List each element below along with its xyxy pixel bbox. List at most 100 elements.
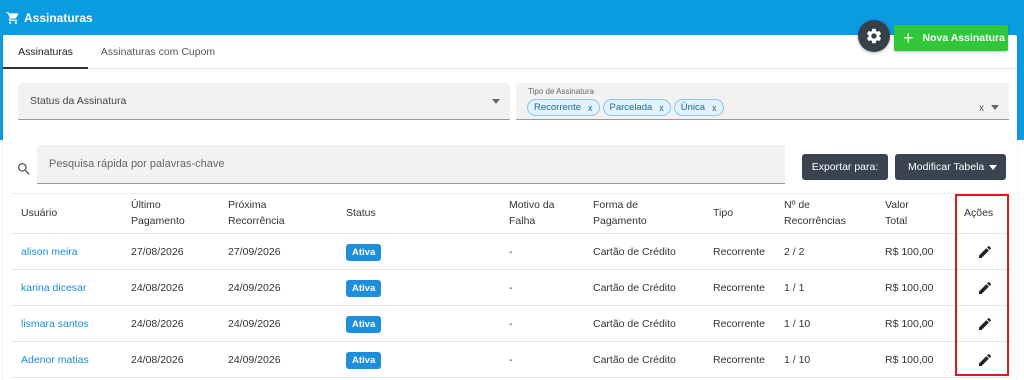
last-payment: 27/08/2026	[131, 246, 184, 258]
header-label: Forma de	[593, 199, 638, 211]
status-cell: Ativa	[346, 306, 382, 342]
export-button[interactable]: Exportar para:	[802, 154, 888, 180]
chevron-down-icon	[989, 165, 997, 170]
status-badge: Ativa	[346, 279, 382, 297]
recurrence-count: 1 / 1	[784, 282, 805, 294]
header-forma-pagamento: Forma de Pagamento	[593, 194, 647, 232]
total-value: R$ 100,00	[885, 318, 934, 330]
settings-button[interactable]	[858, 20, 890, 52]
header-label: Próxima	[228, 199, 267, 211]
header-ultimo-pagamento: Último Pagamento	[131, 194, 185, 232]
status-select[interactable]: Status da Assinatura	[18, 83, 510, 120]
chip-remove-icon[interactable]: x	[588, 103, 593, 113]
user-link[interactable]: alison meira	[21, 234, 78, 270]
payment-method: Cartão de Crédito	[593, 354, 676, 366]
payment-method: Cartão de Crédito	[593, 318, 676, 330]
failure-reason: -	[509, 246, 513, 258]
header-label: Recorrência	[228, 215, 285, 227]
failure-reason: -	[509, 282, 513, 294]
header-label: Valor	[885, 199, 909, 211]
failure-reason: -	[509, 318, 513, 330]
header-tipo: Tipo	[713, 194, 733, 232]
recurrence-count: 1 / 10	[784, 354, 811, 366]
status-select-placeholder: Status da Assinatura	[30, 95, 127, 107]
status-badge: Ativa	[346, 243, 382, 261]
header-status: Status	[346, 194, 376, 232]
recurrence-count: 1 / 10	[784, 318, 811, 330]
app-title: Assinaturas	[24, 11, 93, 25]
header-label: Nº de	[784, 199, 811, 211]
header-num-recorrencias: Nº de Recorrências	[784, 194, 846, 232]
table-row: alison meira 27/08/2026 27/09/2026 Ativa…	[11, 234, 1011, 270]
subscription-type: Recorrente	[713, 246, 765, 258]
last-payment: 24/08/2026	[131, 282, 184, 294]
table-row: lismara santos 24/08/2026 24/09/2026 Ati…	[11, 306, 1011, 342]
last-payment: 24/08/2026	[131, 318, 184, 330]
header-label: Status	[346, 207, 376, 219]
header-usuario: Usuário	[21, 194, 57, 232]
modify-table-button[interactable]: Modificar Tabela	[895, 154, 1006, 180]
header-valor-total: Valor Total	[885, 194, 909, 232]
header-proxima-recorrencia: Próxima Recorrência	[228, 194, 285, 232]
search-input[interactable]	[37, 145, 785, 183]
tab-assinaturas-com-cupom[interactable]: Assinaturas com Cupom	[93, 35, 223, 69]
chip-label: Recorrente	[534, 102, 581, 113]
header-label: Último	[131, 199, 161, 211]
header-label: Recorrências	[784, 215, 846, 227]
chip-parcelada: Parcelada x	[602, 99, 671, 116]
header-motivo-falha: Motivo da Falha	[509, 194, 555, 232]
search-icon	[18, 163, 30, 175]
total-value: R$ 100,00	[885, 246, 934, 258]
new-subscription-label: Nova Assinatura	[922, 32, 1005, 44]
status-cell: Ativa	[346, 342, 382, 378]
main-card: Assinaturas Assinaturas com Cupom Status…	[3, 35, 1017, 380]
gear-icon	[866, 28, 882, 44]
header-label: Usuário	[21, 207, 58, 219]
chip-remove-icon[interactable]: x	[712, 103, 717, 113]
chip-label: Parcelada	[609, 102, 653, 113]
status-cell: Ativa	[346, 270, 382, 306]
user-link[interactable]: karina dicesar	[21, 270, 86, 306]
header-label: Total	[885, 215, 908, 227]
subscription-type: Recorrente	[713, 282, 765, 294]
payment-method: Cartão de Crédito	[593, 246, 676, 258]
clear-selection-icon[interactable]: x	[979, 103, 984, 114]
next-recurrence: 27/09/2026	[228, 246, 281, 258]
app-brand: Assinaturas	[6, 11, 93, 25]
subscription-type: Recorrente	[713, 354, 765, 366]
shopping-cart-icon	[6, 12, 19, 24]
status-badge: Ativa	[346, 351, 382, 369]
type-select-label: Tipo de Assinatura	[528, 87, 594, 96]
type-chips: Recorrente x Parcelada x Única x	[527, 99, 727, 116]
header-label: Pagamento	[131, 215, 185, 227]
total-value: R$ 100,00	[885, 282, 934, 294]
next-recurrence: 24/09/2026	[228, 354, 281, 366]
next-recurrence: 24/09/2026	[228, 318, 281, 330]
next-recurrence: 24/09/2026	[228, 282, 281, 294]
chevron-down-icon	[492, 99, 500, 104]
chip-label: Única	[680, 102, 706, 113]
recurrence-count: 2 / 2	[784, 246, 805, 258]
table-row: Adenor matias 24/08/2026 24/09/2026 Ativ…	[11, 342, 1011, 378]
chip-unica: Única x	[673, 99, 724, 116]
header-label: Falha	[509, 215, 536, 227]
user-link[interactable]: lismara santos	[21, 306, 89, 342]
type-select[interactable]: Tipo de Assinatura Recorrente x Parcelada…	[516, 83, 1009, 120]
header-label: Tipo	[713, 207, 734, 219]
chip-remove-icon[interactable]: x	[659, 103, 664, 113]
total-value: R$ 100,00	[885, 354, 934, 366]
table-row: karina dicesar 24/08/2026 24/09/2026 Ati…	[11, 270, 1011, 306]
subscriptions-table: Usuário Último Pagamento Próxima Recorrênc…	[11, 193, 1011, 380]
last-payment: 24/08/2026	[131, 354, 184, 366]
status-badge: Ativa	[346, 315, 382, 333]
user-link[interactable]: Adenor matias	[21, 342, 89, 378]
new-subscription-button[interactable]: + Nova Assinatura	[894, 25, 1008, 51]
failure-reason: -	[509, 354, 513, 366]
tab-assinaturas[interactable]: Assinaturas	[3, 35, 88, 69]
payment-method: Cartão de Crédito	[593, 282, 676, 294]
search-field	[37, 145, 785, 184]
chip-recorrente: Recorrente x	[527, 99, 600, 116]
header-label: Motivo da	[509, 199, 555, 211]
actions-column-highlight	[955, 194, 1009, 376]
header-label: Pagamento	[593, 215, 647, 227]
